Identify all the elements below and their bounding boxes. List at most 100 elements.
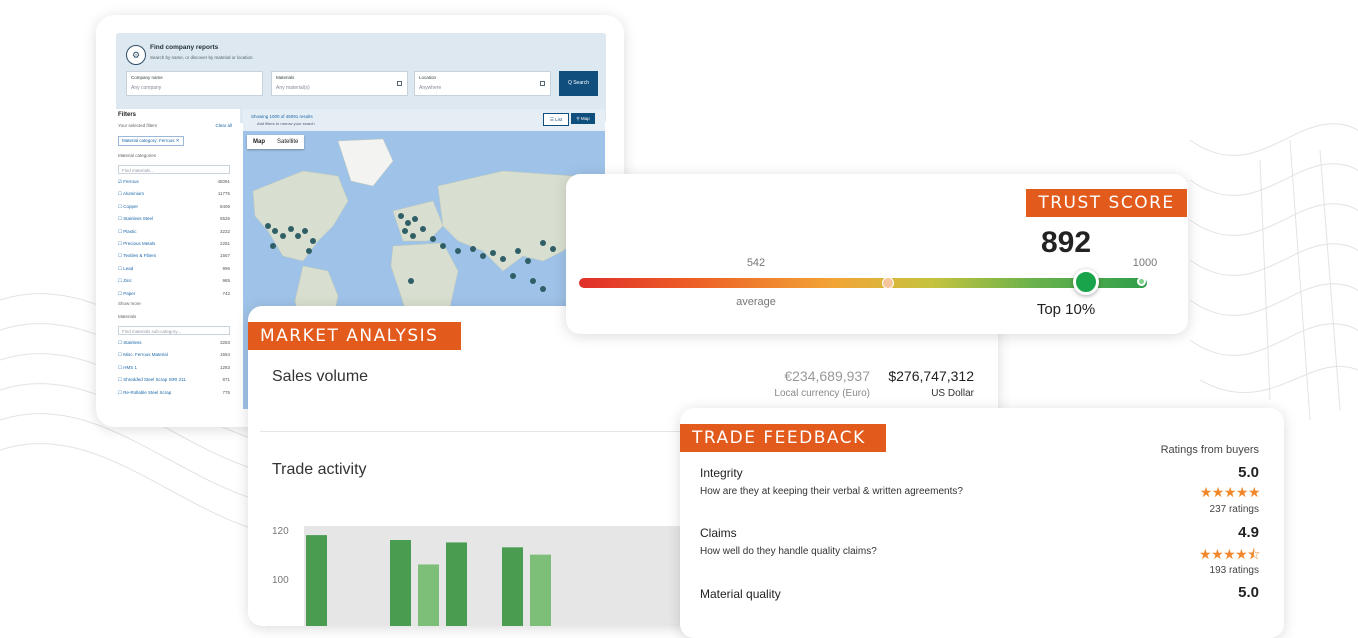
filter-option-label: ☐ Zinc <box>118 278 132 284</box>
trust-score-card: TRUST SCORE 892 542 1000 average Top 10% <box>566 174 1188 334</box>
filter-option-label: ☐ Textiles & Fibers <box>118 253 157 259</box>
location-label: Location <box>419 75 437 80</box>
feedback-score-material-quality: 5.0 <box>1238 584 1259 601</box>
filter-option-count: 742 <box>222 290 230 296</box>
feedback-title-claims: Claims <box>700 526 737 540</box>
chart-bar <box>502 547 523 626</box>
max-marker <box>1137 277 1146 286</box>
filter-option-label: ☐ Plastic <box>118 228 137 234</box>
filter-option-label: ☐ Misc. Ferrous Material <box>118 352 168 358</box>
chart-bar <box>306 535 327 626</box>
score-gradient-bar <box>579 278 1147 288</box>
filter-option-count: 1283 <box>219 364 230 370</box>
material-categories-heading: Material categories <box>118 153 157 158</box>
trade-activity-chart: 120 100 <box>272 526 708 626</box>
filter-option[interactable]: ☑ Ferrous 45091 <box>118 179 230 185</box>
filter-option-label: ☐ Re-Rollable Steel Scrap <box>118 389 172 395</box>
chart-bar <box>418 564 439 626</box>
tab-satellite[interactable]: Satellite <box>271 135 304 149</box>
filter-option-count: 11775 <box>217 191 230 197</box>
panel-title: Find company reports <box>150 44 219 51</box>
materials-placeholder: Any material(s) <box>276 85 310 91</box>
filter-option[interactable]: ☐ Zinc 985 <box>118 278 230 284</box>
map-view-button[interactable]: ⚲ Map <box>571 113 595 124</box>
filter-option-count: 985 <box>222 278 230 284</box>
filter-option-count: 8406 <box>219 203 230 209</box>
trade-feedback-banner: TRADE FEEDBACK <box>680 424 886 452</box>
location-field[interactable]: Location Anywhere <box>414 71 551 96</box>
search-button[interactable]: Q Search <box>559 71 598 96</box>
show-more-link[interactable]: Show more <box>118 301 141 306</box>
filter-option-count: 3232 <box>219 228 230 234</box>
sales-volume-eur: €234,689,937 <box>784 368 870 384</box>
chart-bar <box>530 554 551 626</box>
score-marker <box>1072 269 1099 295</box>
feedback-title-material-quality: Material quality <box>700 587 781 601</box>
filters-sidebar: Filters Your selected filters Clear all … <box>116 109 240 409</box>
clear-all-link[interactable]: Clear all <box>215 123 232 128</box>
location-placeholder: Anywhere <box>419 85 442 91</box>
feedback-title-integrity: Integrity <box>700 466 743 480</box>
filter-option-label: ☐ Paper <box>118 290 136 296</box>
tab-map[interactable]: Map <box>247 135 271 149</box>
filter-option[interactable]: ☐ Stainless Steel 5526 <box>118 216 230 222</box>
filter-option[interactable]: ☐ Shredded Steel Scrap ISRI 211 871 <box>118 377 230 383</box>
filter-option[interactable]: ☐ Re-Rollable Steel Scrap 775 <box>118 390 230 396</box>
filter-option[interactable]: ☐ Plastic 3232 <box>118 229 230 235</box>
max-score-value: 1000 <box>1132 257 1158 269</box>
filter-option[interactable]: ☐ Paper 742 <box>118 291 230 297</box>
star-rating-icon: ★★★★★ <box>1199 484 1261 500</box>
filter-option-label: ☑ Ferrous <box>118 179 139 184</box>
filters-title: Filters <box>118 112 137 118</box>
ratings-count-claims: 193 ratings <box>1209 565 1259 576</box>
company-name-field[interactable]: Company name Any company <box>126 71 263 96</box>
filter-option[interactable]: ☐ Textiles & Fibers 1557 <box>118 253 230 259</box>
trust-score-value: 892 <box>1040 226 1092 259</box>
filter-option[interactable]: ☐ Stainless 3283 <box>118 340 230 346</box>
average-score-value: 542 <box>746 257 766 269</box>
us-dollar-label: US Dollar <box>931 388 974 399</box>
average-marker <box>881 277 894 289</box>
sales-volume-label: Sales volume <box>272 368 369 385</box>
filter-option[interactable]: ☐ Lead 995 <box>118 266 230 272</box>
list-view-button[interactable]: ☰ List <box>543 113 569 126</box>
filter-option-label: ☐ Aluminium <box>118 191 145 197</box>
feedback-question-claims: How well do they handle quality claims? <box>700 546 877 557</box>
filter-chip[interactable]: Material category: Ferrous ✕ <box>118 136 184 146</box>
feedback-score-integrity: 5.0 <box>1238 464 1259 481</box>
filter-option[interactable]: ☐ Precious Metals 2251 <box>118 241 230 247</box>
feedback-score-claims: 4.9 <box>1238 524 1259 541</box>
materials-heading: Materials <box>118 314 137 319</box>
filter-option-count: 1557 <box>219 253 230 259</box>
materials-field[interactable]: Materials Any material(s) <box>271 71 408 96</box>
filter-option-label: ☐ Precious Metals <box>118 241 156 246</box>
feedback-question-integrity: How are they at keeping their verbal & w… <box>700 486 963 497</box>
company-name-label: Company name <box>131 75 163 80</box>
rank-label: Top 10% <box>1036 301 1096 318</box>
filter-option[interactable]: ☐ HMS 1 1283 <box>118 365 230 371</box>
find-materials-input[interactable]: Find materials... <box>118 165 230 174</box>
filter-option-label: ☐ Copper <box>118 203 139 209</box>
filter-option-count: 5526 <box>219 216 230 222</box>
filter-option-count: 45091 <box>217 179 230 184</box>
results-count: Showing 1000 of 45091 results <box>251 114 313 119</box>
materials-dropdown-icon <box>397 81 402 86</box>
filter-option-label: ☐ Lead <box>118 265 134 271</box>
filter-option-label: ☐ HMS 1 <box>118 364 138 370</box>
y-tick-label: 120 <box>272 526 289 537</box>
filter-option[interactable]: ☐ Misc. Ferrous Material 1654 <box>118 352 230 358</box>
materials-label: Materials <box>276 75 295 80</box>
filter-option-count: 1654 <box>219 352 230 358</box>
filter-option-count: 995 <box>222 265 230 271</box>
filter-option[interactable]: ☐ Aluminium 11775 <box>118 191 230 197</box>
panel-subtitle: Search by name, or discover by material … <box>150 55 253 60</box>
find-subcategory-input[interactable]: Find materials sub-category... <box>118 326 230 335</box>
trade-feedback-card: TRADE FEEDBACK Ratings from buyers Integ… <box>680 408 1284 638</box>
filter-option-count: 3283 <box>219 340 230 345</box>
map-type-tabs: Map Satellite <box>247 135 305 149</box>
trust-score-banner: TRUST SCORE <box>1026 189 1187 217</box>
filter-option[interactable]: ☐ Copper 8406 <box>118 204 230 210</box>
chart-bar <box>446 542 467 626</box>
filter-option-label: ☐ Shredded Steel Scrap ISRI 211 <box>118 377 186 383</box>
average-label: average <box>736 296 776 308</box>
